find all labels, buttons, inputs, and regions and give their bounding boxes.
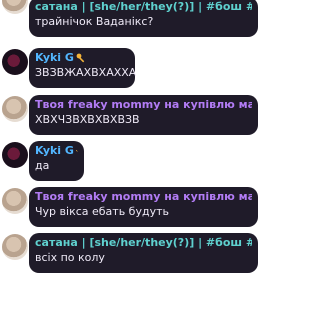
avatar[interactable] [2,96,28,122]
message-text: всіх по колу [35,251,105,264]
avatar[interactable] [2,142,28,168]
key-icon [76,149,78,152]
message-text: да [35,159,50,172]
message-bubble: Твоя freaky mommy на купівлю мармел... Ч… [29,187,258,227]
key-icon [76,53,85,62]
message-item[interactable]: Kyki G ЗВЗВЖАХВХАХХА [0,48,261,88]
message-author[interactable]: Kyki G [35,50,129,65]
message-bubble: Kyki G ЗВЗВЖАХВХАХХА [29,48,137,88]
message-author[interactable]: Твоя freaky mommy на купівлю мармел... [35,189,252,204]
message-text: ХВХЧЗВХВХВХВЗВ [35,113,140,126]
message-bubble: сатана | [she/her/they(?)] | #бош #урако… [29,233,258,273]
message-author[interactable]: сатана | [she/her/they(?)] | #бош #урако… [35,235,252,250]
message-text: ЗВЗВЖАХВХАХХА [35,66,137,79]
message-text: Чур вікса ебать будуть [35,205,169,218]
message-item[interactable]: сатана | [she/her/they(?)] | #бош #урако… [0,233,261,273]
message-author[interactable]: сатана | [she/her/they(?)] | #бош #урако… [35,0,252,14]
message-author[interactable]: Kyki G [35,143,78,158]
message-item[interactable]: Kyki G да [0,141,261,181]
message-item[interactable]: сатана | [she/her/they(?)] | #бош #урако… [0,0,261,37]
message-author[interactable]: Твоя freaky mommy на купівлю мармел... [35,97,252,112]
message-bubble: Твоя freaky mommy на купівлю мармел... Х… [29,95,258,135]
message-bubble: сатана | [she/her/they(?)] | #бош #урако… [29,0,258,37]
avatar[interactable] [2,188,28,214]
message-text: трайнічок Ваданікс? [35,15,154,28]
avatar[interactable] [2,49,28,75]
avatar[interactable] [2,234,28,260]
avatar[interactable] [2,0,28,14]
message-item[interactable]: Твоя freaky mommy на купівлю мармел... Ч… [0,187,261,227]
message-item[interactable]: Твоя freaky mommy на купівлю мармел... Х… [0,95,261,135]
message-bubble: Kyki G да [29,141,84,181]
